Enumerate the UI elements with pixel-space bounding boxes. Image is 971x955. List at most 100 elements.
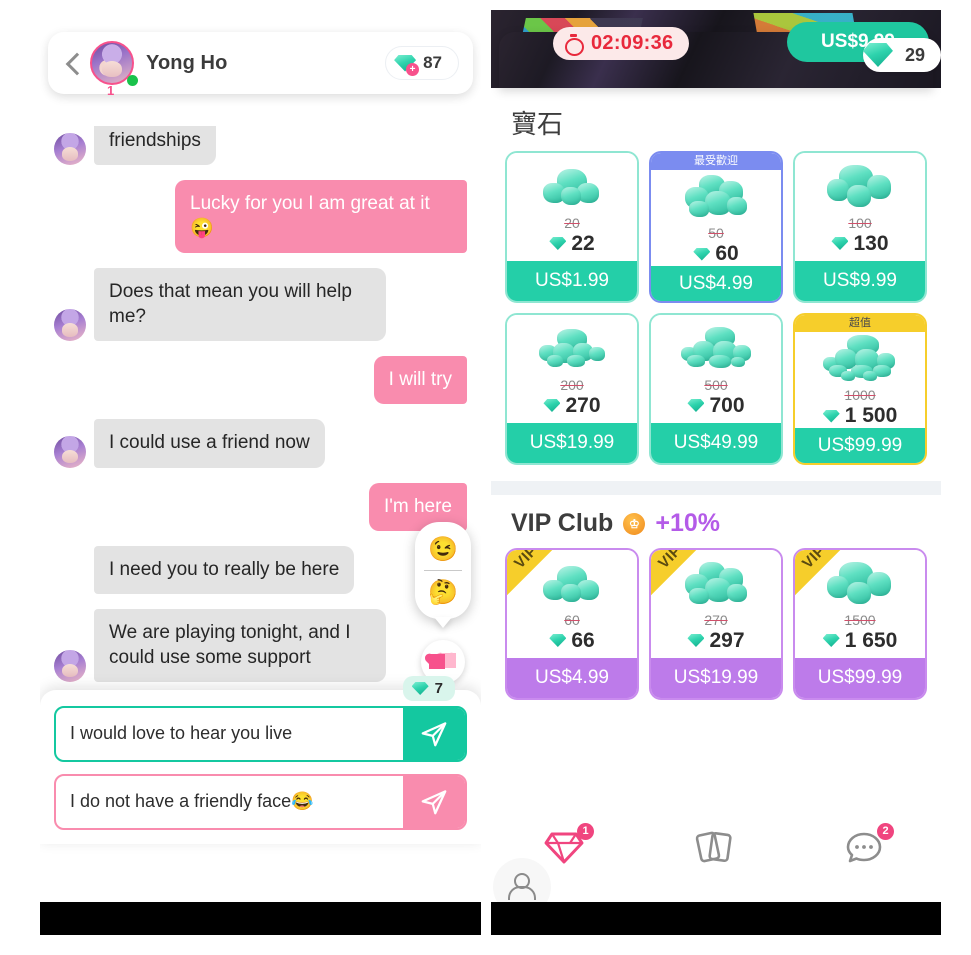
chat-header: 1 Yong Ho + 87	[48, 32, 473, 97]
pack-old-amount: 200	[560, 376, 584, 393]
message-bubble: Does that mean you will help me?	[94, 268, 386, 342]
contact-name: Yong Ho	[146, 51, 228, 74]
pack-price-button[interactable]: US$4.99	[651, 266, 781, 301]
gem-icon	[831, 237, 849, 250]
pack-amount-value: 297	[709, 628, 745, 652]
tongue-wink-emoji: 😜	[190, 218, 214, 240]
gem-icon	[411, 682, 429, 695]
gem-pack-card[interactable]: 200 270 US$19.99	[505, 313, 639, 465]
wink-emoji[interactable]: 😉	[415, 529, 471, 569]
nav-gems[interactable]: 1	[534, 823, 598, 870]
home-indicator-bar	[40, 902, 481, 935]
gem-pack-card-featured[interactable]: 最受歡迎 50 60 US$4.99	[649, 151, 783, 303]
send-button[interactable]	[403, 708, 465, 760]
avatar	[54, 309, 86, 342]
shop-screen: 02:09:36 US$9.99 29 寶石 20 22 US$1.99 最受歡…	[491, 10, 941, 902]
pack-body: 50 60	[651, 169, 781, 266]
gem-pack-grid-row-1: 20 22 US$1.99 最受歡迎 50 60 US$4.99 100 130…	[491, 151, 941, 303]
gem-balance-chip[interactable]: + 87	[385, 46, 459, 80]
vip-section-title: VIP Club ♔ +10%	[491, 495, 941, 548]
vip-pack-card[interactable]: VIP 60 66 US$4.99	[505, 548, 639, 700]
suggestion-option-2[interactable]: I do not have a friendly face 😂	[54, 774, 467, 830]
pack-price-button[interactable]: US$49.99	[651, 423, 781, 463]
timer-value: 02:09:36	[591, 32, 674, 54]
pack-new-amount: 1 500	[822, 404, 898, 428]
suggestion-cost-value: 7	[434, 680, 443, 697]
gem-pack-grid-row-2: 200 270 US$19.99 500 700 US$49.99 超值 100…	[491, 313, 941, 465]
avatar	[54, 133, 86, 166]
pack-price-button[interactable]: US$19.99	[651, 658, 781, 698]
pack-old-amount: 100	[848, 214, 872, 231]
pack-amount-value: 1 650	[844, 628, 898, 652]
pack-price-button[interactable]: US$1.99	[507, 261, 637, 301]
pack-price-button[interactable]: US$99.99	[795, 658, 925, 698]
gem-pack-card[interactable]: 500 700 US$49.99	[649, 313, 783, 465]
gem-pack-card[interactable]: 20 22 US$1.99	[505, 151, 639, 303]
vip-corner-ribbon: VIP	[795, 550, 859, 614]
gem-icon	[549, 237, 567, 250]
pack-new-amount: 1 650	[822, 628, 898, 653]
online-status-dot	[127, 75, 138, 86]
crown-glyph: ♔	[628, 516, 640, 531]
message-text: Lucky for you I am great at it	[190, 193, 430, 215]
pack-old-amount: 1000	[844, 387, 876, 403]
vip-corner-ribbon: VIP	[651, 550, 715, 614]
pack-price-button[interactable]: US$4.99	[507, 658, 637, 698]
gem-pack-card[interactable]: 100 130 US$9.99	[793, 151, 927, 303]
vip-corner-label: VIP	[655, 550, 686, 573]
chat-screen: friendships Lucky for you I am great at …	[40, 10, 481, 902]
gem-icon: +	[394, 54, 420, 76]
thinking-emoji[interactable]: 🤔	[415, 572, 471, 612]
send-button[interactable]	[403, 776, 465, 828]
message-row: Lucky for you I am great at it 😜	[54, 180, 467, 254]
shop-body: 寶石 20 22 US$1.99 最受歡迎 50 60 US$4.99 100 …	[491, 88, 941, 902]
pack-amount-value: 130	[853, 231, 889, 255]
pack-amount-value: 66	[571, 628, 595, 652]
pack-amount-value: 1 500	[844, 404, 898, 427]
avatar	[54, 649, 86, 682]
message-row: Does that mean you will help me?	[54, 268, 467, 342]
gem-art-small	[535, 163, 609, 211]
nav-cards[interactable]	[684, 826, 748, 870]
pack-old-amount: 20	[564, 214, 580, 231]
message-row: I could use a friend now	[54, 419, 467, 468]
plus-icon: +	[406, 62, 420, 76]
pack-new-amount: 700	[687, 394, 745, 418]
message-row: We are playing tonight, and I could use …	[54, 608, 467, 682]
gem-balance-chip[interactable]: 29	[862, 38, 941, 72]
send-icon	[421, 722, 447, 747]
nav-badge: 2	[877, 823, 894, 840]
nav-chat[interactable]: 2	[834, 823, 898, 870]
pack-price-button[interactable]: US$19.99	[507, 423, 637, 463]
suggestion-option-1[interactable]: I would love to hear you live	[54, 706, 467, 762]
gem-pack-card-best-value[interactable]: 超值 1000 1 500 US$99.99	[793, 313, 927, 465]
pack-new-amount: 22	[549, 232, 595, 256]
pack-old-amount: 50	[708, 225, 724, 241]
vip-corner-label: VIP	[799, 550, 830, 573]
pack-amount-value: 60	[715, 242, 739, 265]
pack-body: 200 270	[507, 315, 637, 423]
vip-title-text: VIP Club	[511, 509, 614, 537]
pack-price-button[interactable]: US$9.99	[795, 261, 925, 301]
gem-icon	[862, 43, 893, 67]
contact-avatar[interactable]: 1	[90, 41, 138, 97]
pack-old-amount: 500	[704, 376, 728, 393]
vip-bonus-value: +10%	[655, 509, 720, 537]
back-chevron-icon[interactable]	[62, 52, 84, 74]
message-row: I need you to really be here	[54, 545, 467, 594]
message-row: I will try	[54, 356, 467, 405]
vip-pack-card[interactable]: VIP 1500 1 650 US$99.99	[793, 548, 927, 700]
pack-body: 20 22	[507, 153, 637, 261]
suggestion-text-value: I do not have a friendly face	[70, 791, 292, 812]
cards-icon	[695, 831, 732, 863]
pack-amount-value: 270	[565, 393, 601, 417]
pack-price-button[interactable]: US$99.99	[795, 428, 925, 463]
message-bubble: I will try	[373, 356, 467, 405]
gem-art-medium2	[823, 163, 897, 211]
gem-art-huge	[823, 335, 897, 383]
pack-body: 1000 1 500	[795, 331, 925, 428]
reaction-popup[interactable]: 😉 🤔	[415, 522, 471, 619]
nav-badge: 1	[577, 823, 594, 840]
pack-body: 500 700	[651, 315, 781, 423]
vip-pack-card[interactable]: VIP 270 297 US$19.99	[649, 548, 783, 700]
